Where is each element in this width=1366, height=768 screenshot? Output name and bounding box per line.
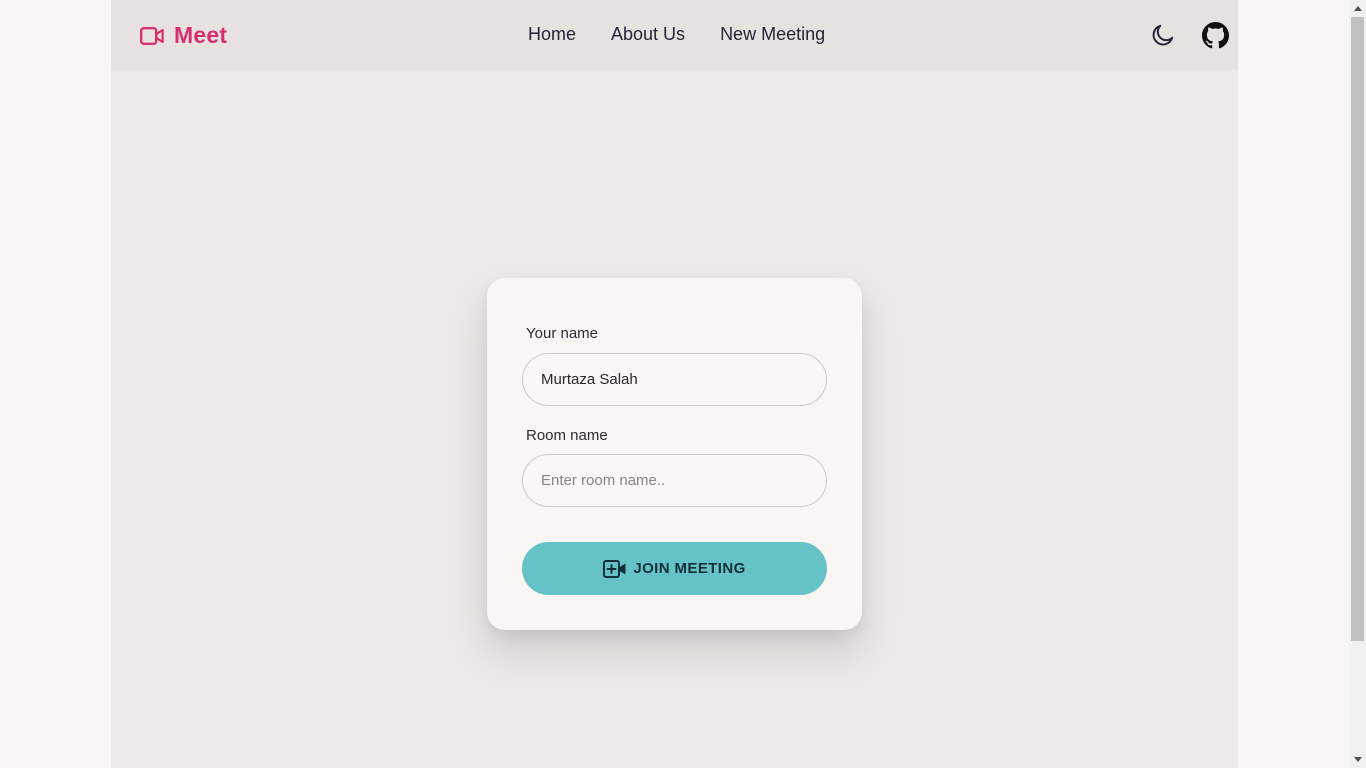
- brand-name: Meet: [174, 22, 228, 48]
- your-name-label: Your name: [526, 325, 598, 342]
- video-plus-icon: [603, 559, 627, 578]
- navbar: Meet Home About Us New Meeting: [111, 0, 1238, 70]
- room-name-input[interactable]: [522, 454, 827, 507]
- join-meeting-card: Your name Room name JOIN MEETING: [487, 278, 862, 630]
- nav-link-new-meeting[interactable]: New Meeting: [720, 24, 825, 45]
- your-name-input[interactable]: [522, 353, 827, 406]
- moon-icon[interactable]: [1150, 22, 1176, 48]
- nav-links: Home About Us New Meeting: [528, 24, 825, 45]
- nav-link-about-us[interactable]: About Us: [611, 24, 685, 45]
- vertical-scrollbar[interactable]: [1349, 0, 1366, 768]
- brand-logo[interactable]: Meet: [140, 22, 227, 49]
- video-camera-icon: [140, 26, 164, 45]
- app-page: Meet Home About Us New Meeting Your name…: [111, 0, 1238, 768]
- nav-link-home[interactable]: Home: [528, 24, 576, 45]
- github-icon[interactable]: [1202, 22, 1229, 49]
- room-name-label: Room name: [526, 427, 608, 444]
- join-meeting-button[interactable]: JOIN MEETING: [522, 542, 827, 595]
- join-meeting-label: JOIN MEETING: [633, 560, 746, 577]
- scrollbar-thumb[interactable]: [1351, 17, 1364, 641]
- scroll-down-arrow-icon[interactable]: [1349, 751, 1366, 768]
- scroll-up-arrow-icon[interactable]: [1349, 0, 1366, 17]
